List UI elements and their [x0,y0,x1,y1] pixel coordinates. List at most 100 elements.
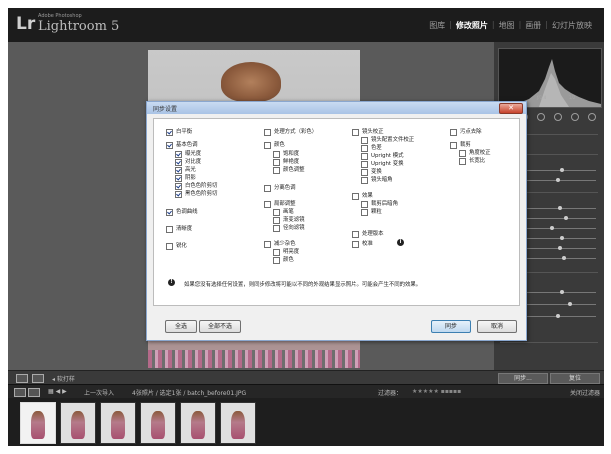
setting-checkbox[interactable]: 基本色调 [166,142,198,149]
setting-checkbox[interactable]: 颗粒 [361,209,382,216]
checkbox-unchecked[interactable] [264,201,271,208]
slider-knob[interactable] [556,314,560,318]
slider-track[interactable] [520,178,596,182]
setting-checkbox[interactable]: 画笔 [273,209,294,216]
checkbox-unchecked[interactable] [361,145,368,152]
checkbox-checked[interactable] [166,142,173,149]
setting-checkbox[interactable]: 长宽比 [459,158,485,165]
setting-checkbox[interactable]: 污点去除 [450,129,482,136]
checkbox-unchecked[interactable] [361,137,368,144]
setting-checkbox[interactable]: 颜色 [264,142,285,149]
setting-checkbox[interactable]: 裁剪 [450,142,471,149]
checkbox-unchecked[interactable] [264,241,271,248]
checkbox-unchecked[interactable] [352,129,359,136]
dialog-titlebar[interactable]: 同步设置 ✕ [147,102,526,114]
checkbox-unchecked[interactable] [273,249,280,256]
checkbox-unchecked[interactable] [352,231,359,238]
setting-checkbox[interactable]: 曝光度 [175,151,201,158]
checkbox-unchecked[interactable] [273,151,280,158]
soft-proofing-label[interactable]: ◂ 软打样 [52,374,75,383]
checkbox-unchecked[interactable] [361,201,368,208]
slider-knob[interactable] [550,226,554,230]
second-window-icon[interactable] [28,388,40,397]
slider-knob[interactable] [558,246,562,250]
checkbox-checked[interactable] [175,191,182,198]
setting-checkbox[interactable]: 处理方式（彩色） [264,129,317,136]
check-none-button[interactable]: 全部不选 [199,320,241,333]
filter-off-button[interactable]: 关闭过滤器 [570,388,600,397]
synchronize-button[interactable]: 同步 [431,320,471,333]
setting-checkbox[interactable]: Upright 变换 [361,161,404,168]
before-after-icon[interactable] [32,374,44,383]
setting-checkbox[interactable]: 白平衡 [166,129,192,136]
setting-checkbox[interactable]: 颜色调整 [273,167,305,174]
setting-checkbox[interactable]: 白色色阶剪切 [175,183,217,190]
setting-checkbox[interactable]: 清晰度 [166,226,192,233]
slider-track[interactable] [520,206,596,210]
slider-knob[interactable] [556,178,560,182]
thumbnail[interactable] [140,402,176,444]
brush-tool-icon[interactable] [587,113,596,121]
checkbox-unchecked[interactable] [264,142,271,149]
checkbox-unchecked[interactable] [352,193,359,200]
slider-track[interactable] [520,226,596,230]
slider-knob[interactable] [560,168,564,172]
grid-icon[interactable]: ▦ ◀ ▶ [48,388,67,395]
setting-checkbox[interactable]: 径向滤镜 [273,225,305,232]
rating-stars-icon[interactable]: ★★★★★ ▪▪▪▪▪ [412,388,461,395]
thumbnail[interactable] [100,402,136,444]
setting-checkbox[interactable]: 黑色色阶剪切 [175,191,217,198]
setting-checkbox[interactable]: 明亮度 [273,249,299,256]
setting-checkbox[interactable]: 阴影 [175,175,196,182]
cancel-button[interactable]: 取消 [477,320,517,333]
slider-track[interactable] [520,256,596,260]
checkbox-unchecked[interactable] [166,243,173,250]
module-develop[interactable]: 修改照片 [452,20,492,31]
slider-track[interactable] [520,236,596,240]
checkbox-checked[interactable] [175,167,182,174]
reset-button[interactable]: 复位 [550,373,600,384]
setting-checkbox[interactable]: 色差 [361,145,382,152]
module-book[interactable]: 画册 [521,20,545,31]
process-version-info-icon[interactable]: i [397,239,404,246]
setting-checkbox[interactable]: 高光 [175,167,196,174]
slider-knob[interactable] [568,302,572,306]
checkbox-unchecked[interactable] [273,217,280,224]
setting-checkbox[interactable]: 镜头配置文件校正 [361,137,414,144]
setting-checkbox[interactable]: 镜头校正 [352,129,384,136]
setting-checkbox[interactable]: 饱和度 [273,151,299,158]
slider-track[interactable] [520,290,596,294]
checkbox-unchecked[interactable] [273,209,280,216]
checkbox-unchecked[interactable] [273,225,280,232]
module-library[interactable]: 图库 [425,20,449,31]
thumbnail[interactable] [20,402,56,444]
source-name[interactable]: 上一次导入 [84,388,114,397]
setting-checkbox[interactable]: 色调曲线 [166,209,198,216]
module-map[interactable]: 地图 [495,20,519,31]
setting-checkbox[interactable]: 颜色 [273,257,294,264]
setting-checkbox[interactable]: 镜头暗角 [361,177,393,184]
setting-checkbox[interactable]: 处理版本 [352,231,384,238]
checkbox-unchecked[interactable] [361,209,368,216]
slider-knob[interactable] [558,206,562,210]
setting-checkbox[interactable]: 效果 [352,193,373,200]
slider-track[interactable] [520,302,596,306]
setting-checkbox[interactable]: Upright 模式 [361,153,404,160]
slider-track[interactable] [520,314,596,318]
checkbox-unchecked[interactable] [361,161,368,168]
check-all-button[interactable]: 全选 [165,320,197,333]
slider-knob[interactable] [564,216,568,220]
setting-checkbox[interactable]: 鲜艳度 [273,159,299,166]
thumbnail[interactable] [220,402,256,444]
checkbox-checked[interactable] [175,159,182,166]
setting-checkbox[interactable]: 角度校正 [459,150,491,157]
checkbox-unchecked[interactable] [352,241,359,248]
setting-checkbox[interactable]: 变换 [361,169,382,176]
checkbox-checked[interactable] [166,129,173,136]
setting-checkbox[interactable]: 裁剪后暗角 [361,201,398,208]
checkbox-checked[interactable] [166,209,173,216]
checkbox-unchecked[interactable] [361,177,368,184]
main-window-icon[interactable] [14,388,26,397]
checkbox-unchecked[interactable] [166,226,173,233]
setting-checkbox[interactable]: 分离色调 [264,185,296,192]
